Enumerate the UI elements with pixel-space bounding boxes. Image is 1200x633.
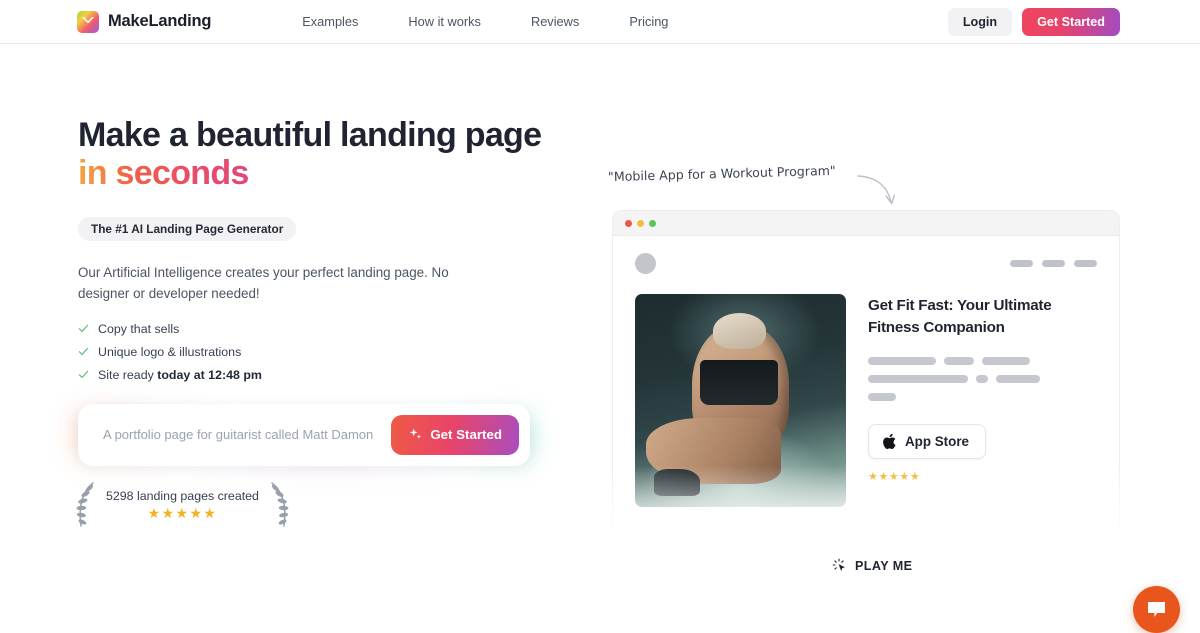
placeholder-bar: [982, 357, 1030, 366]
app-store-button[interactable]: App Store: [868, 424, 986, 460]
placeholder-row: [868, 357, 1097, 366]
social-proof-text: 5298 landing pages created ★★★★★: [102, 489, 263, 522]
preview-text-placeholders: [868, 357, 1097, 402]
list-item: Unique logo & illustrations: [78, 345, 578, 359]
get-started-cta-button[interactable]: Get Started: [391, 414, 519, 455]
list-item-label: Copy that sells: [98, 321, 180, 336]
brand-name: MakeLanding: [108, 12, 212, 30]
makelanding-logo-icon: [77, 10, 99, 33]
close-dot-icon: [625, 219, 632, 227]
maximize-dot-icon: [649, 219, 656, 227]
hero-left-column: Make a beautiful landing page in seconds…: [69, 116, 578, 475]
play-me-label: PLAY ME: [855, 559, 913, 573]
hero-stage: Make a beautiful landing page in seconds…: [0, 44, 1200, 630]
headline-line-1: Make a beautiful landing page: [78, 116, 542, 154]
sparkles-icon: [410, 428, 422, 439]
nav-link-reviews[interactable]: Reviews: [506, 14, 604, 29]
rating-stars: ★★★★★: [147, 504, 218, 521]
get-started-nav-button[interactable]: Get Started: [1022, 7, 1120, 36]
nav-link-examples[interactable]: Examples: [277, 14, 383, 29]
cta-box: Get Started: [78, 403, 530, 466]
placeholder-bar: [944, 357, 974, 366]
hero-subtitle: Our Artificial Intelligence creates your…: [78, 264, 449, 302]
check-icon: [78, 324, 89, 333]
login-button[interactable]: Login: [947, 7, 1013, 36]
preview-annotation: "Mobile App for a Workout Program": [607, 162, 836, 185]
page-title: Make a beautiful landing page in seconds: [78, 116, 578, 193]
chat-bubble-icon: [1148, 602, 1165, 617]
check-icon: [78, 370, 89, 379]
nav-pill: [1042, 260, 1065, 267]
preview-rating-stars: ★★★★★: [868, 471, 921, 484]
browser-titlebar: [613, 211, 1119, 236]
curved-arrow-icon: [857, 175, 896, 205]
placeholder-bar: [976, 375, 988, 384]
list-item: Site ready today at 12:48 pm: [78, 368, 578, 382]
pages-created-count: 5298 landing pages created: [106, 488, 259, 503]
brand-logo[interactable]: MakeLanding: [77, 10, 212, 33]
nav-actions: Login Get Started: [947, 7, 1120, 36]
preview-navbar: [635, 253, 1097, 274]
feature-checklist: Copy that sells Unique logo & illustrati…: [78, 322, 578, 382]
chat-widget-button[interactable]: [1133, 586, 1180, 633]
laurel-wreath-right-icon: [271, 482, 289, 527]
nav-pill: [1074, 260, 1097, 267]
laurel-wreath-left-icon: [76, 482, 94, 527]
placeholder-bar: [868, 393, 896, 402]
app-store-label: App Store: [905, 434, 969, 450]
placeholder-row: [868, 393, 1097, 402]
check-icon: [78, 347, 89, 356]
nav-links: Examples How it works Reviews Pricing: [277, 14, 693, 29]
top-navbar: MakeLanding Examples How it works Review…: [0, 0, 1200, 44]
photo-hair-shape: [713, 313, 766, 350]
nav-pill: [1010, 260, 1033, 267]
social-proof: 5298 landing pages created ★★★★★: [72, 480, 293, 530]
nav-link-pricing[interactable]: Pricing: [604, 14, 693, 29]
placeholder-bar: [868, 375, 968, 384]
placeholder-row: [868, 375, 1097, 384]
placeholder-bar: [996, 375, 1040, 384]
preview-nav-pills: [1010, 260, 1097, 267]
fitness-photo: [635, 294, 846, 507]
avatar-placeholder-icon: [635, 253, 656, 274]
placeholder-bar: [868, 357, 936, 366]
list-item-label: Unique logo & illustrations: [98, 344, 242, 359]
preview-headline: Get Fit Fast: Your Ultimate Fitness Comp…: [868, 297, 1052, 336]
preview-content: Get Fit Fast: Your Ultimate Fitness Comp…: [613, 236, 1119, 507]
list-item-label: Site ready: [98, 367, 158, 382]
landing-page-preview: Get Fit Fast: Your Ultimate Fitness Comp…: [612, 210, 1120, 538]
prompt-input[interactable]: [78, 427, 392, 443]
photo-shoe-shape: [653, 468, 701, 497]
preview-hero: Get Fit Fast: Your Ultimate Fitness Comp…: [635, 294, 1097, 507]
play-me-button[interactable]: PLAY ME: [832, 558, 912, 574]
hero-cta: Get Started: [69, 394, 539, 475]
apple-icon: [883, 433, 896, 450]
headline-line-2: in seconds: [78, 154, 249, 193]
status-badge: The #1 AI Landing Page Generator: [78, 216, 297, 241]
cta-label: Get Started: [430, 427, 502, 443]
nav-link-how-it-works[interactable]: How it works: [383, 14, 506, 29]
preview-copy: Get Fit Fast: Your Ultimate Fitness Comp…: [868, 294, 1097, 507]
click-cursor-icon: [832, 558, 845, 572]
minimize-dot-icon: [637, 219, 644, 227]
list-item: Copy that sells: [78, 322, 578, 336]
list-item-time: today at 12:48 pm: [157, 367, 262, 382]
